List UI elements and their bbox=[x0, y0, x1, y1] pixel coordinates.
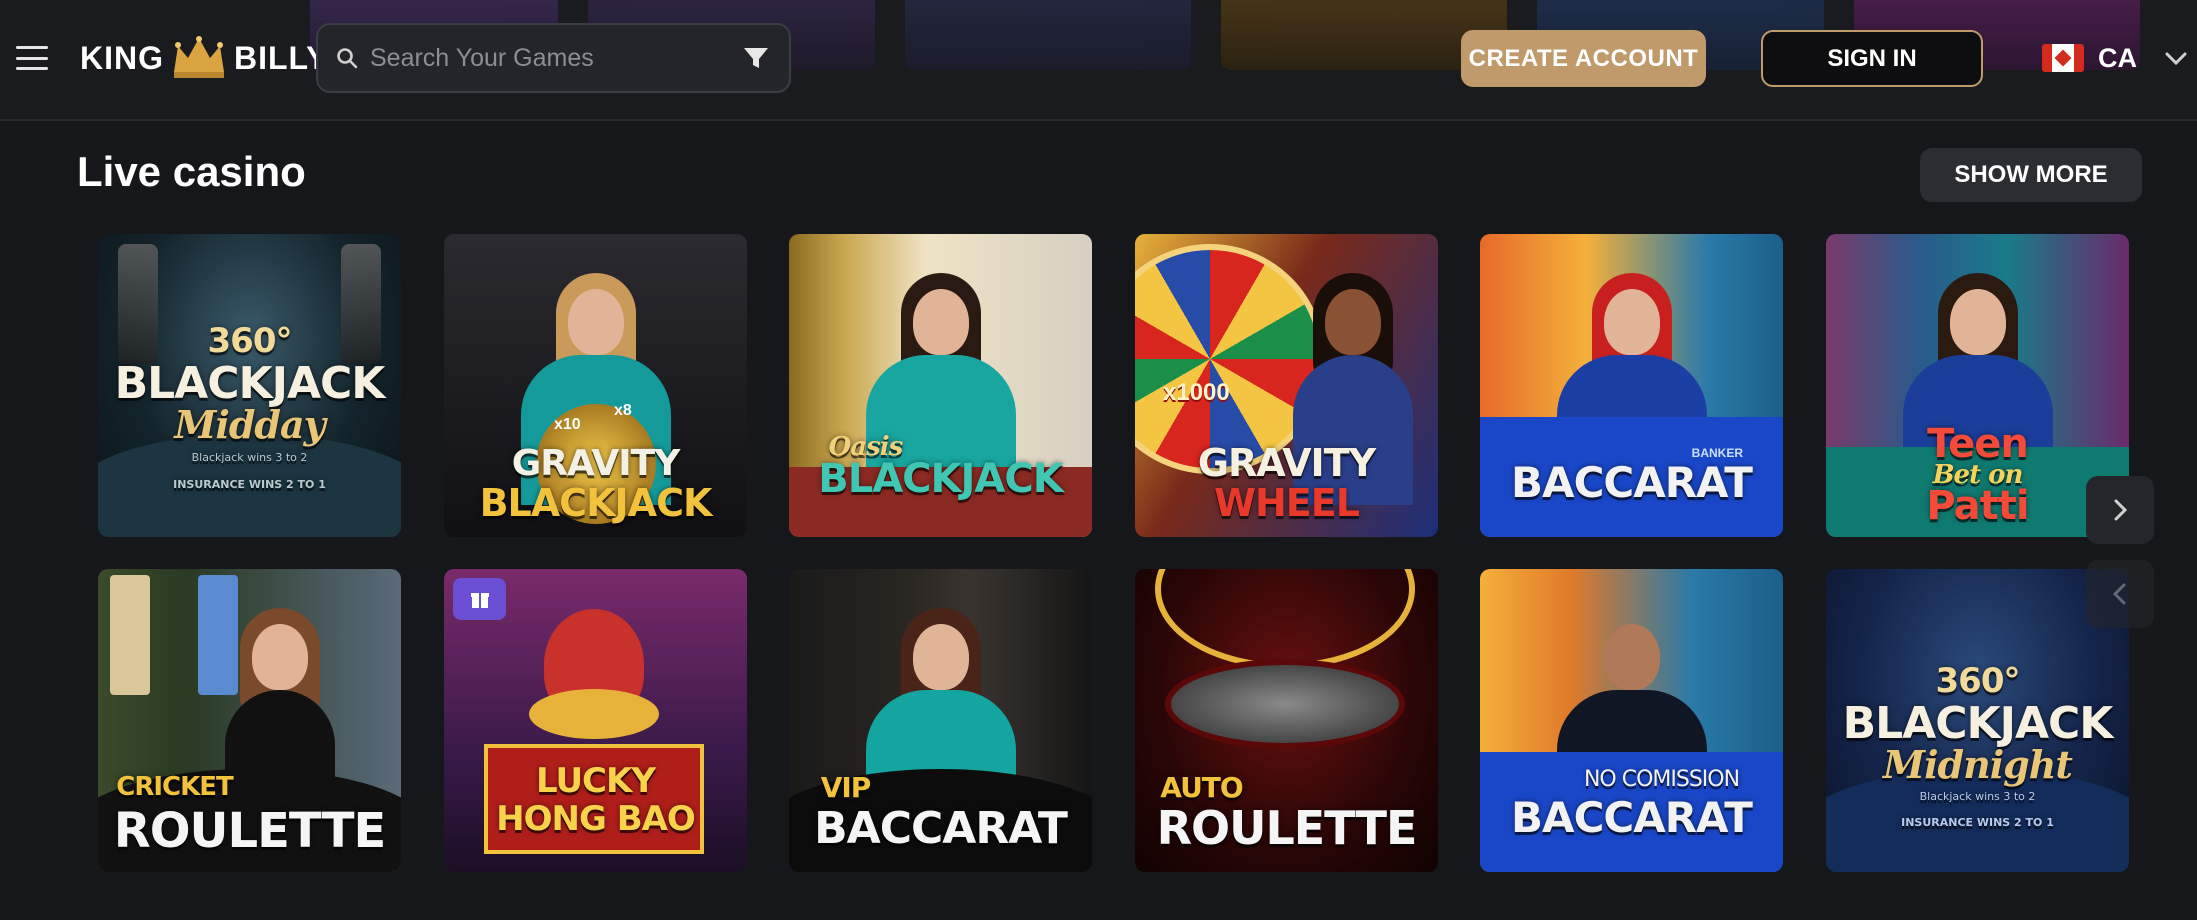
game-tile-gravity-wheel[interactable]: x1000 GRAVITY WHEEL bbox=[1135, 234, 1438, 537]
logo-text-left: KING bbox=[80, 39, 164, 76]
site-logo[interactable]: KING BILLY bbox=[80, 30, 329, 86]
tile-title-line3: Midnight bbox=[1883, 742, 2073, 787]
game-tile-lucky-hong-bao[interactable]: LUCKY HONG BAO bbox=[444, 569, 747, 872]
tile-title-line1: BACCARAT bbox=[1511, 458, 1753, 507]
top-header: KING BILLY CREATE ACCOUNT SIGN IN CA bbox=[0, 0, 2197, 121]
carousel-next-button[interactable] bbox=[2086, 476, 2154, 544]
sign-in-button[interactable]: SIGN IN bbox=[1761, 30, 1983, 87]
tile-title-line1: GRAVITY bbox=[511, 443, 681, 484]
game-tile-baccarat[interactable]: BANKER BACCARAT bbox=[1480, 234, 1783, 537]
search-input[interactable] bbox=[370, 43, 741, 73]
tile-title-line2: WHEEL bbox=[1214, 481, 1360, 525]
create-account-button[interactable]: CREATE ACCOUNT bbox=[1461, 30, 1706, 87]
game-tile-oasis-blackjack[interactable]: Oasis BLACKJACK bbox=[789, 234, 1092, 537]
tile-title-line1: CRICKET bbox=[116, 772, 234, 802]
language-selector[interactable]: CA bbox=[2042, 40, 2189, 76]
search-box[interactable] bbox=[316, 23, 791, 93]
tile-title-line1: 360° bbox=[1935, 661, 2021, 701]
tile-title-line1: 360° bbox=[207, 321, 293, 361]
tile-title-line2: BLACKJACK bbox=[479, 481, 713, 525]
language-code: CA bbox=[2098, 42, 2137, 73]
tile-title-line2: ROULETTE bbox=[113, 803, 387, 859]
gift-icon bbox=[453, 578, 506, 620]
tile-small-text-2: INSURANCE WINS 2 TO 1 bbox=[173, 478, 326, 491]
tile-title-line2: BLACKJACK bbox=[114, 358, 386, 409]
menu-icon[interactable] bbox=[16, 46, 48, 70]
tile-title-line1: Teen bbox=[1927, 421, 2029, 467]
tile-title-line2: BACCARAT bbox=[1511, 793, 1753, 842]
canada-flag-icon bbox=[2042, 44, 2084, 72]
tile-title-line1: NO COMISSION bbox=[1583, 767, 1740, 792]
chevron-down-icon bbox=[2165, 52, 2187, 66]
tile-small-text-2: INSURANCE WINS 2 TO 1 bbox=[1901, 816, 2054, 829]
game-tile-blackjack-midnight[interactable]: 360° BLACKJACK Midnight Blackjack wins 3… bbox=[1826, 569, 2129, 872]
tile-small-text: Blackjack wins 3 to 2 bbox=[191, 451, 308, 464]
search-icon bbox=[337, 48, 358, 69]
multiplier-x10: x10 bbox=[554, 416, 581, 433]
game-tile-gravity-blackjack[interactable]: x10 x8 GRAVITY BLACKJACK bbox=[444, 234, 747, 537]
multiplier-badge: x1000 bbox=[1163, 379, 1230, 406]
section-title: Live casino bbox=[77, 148, 306, 195]
tile-title-line2: ROULETTE bbox=[1156, 801, 1418, 855]
game-tile-vip-baccarat[interactable]: VIP BACCARAT bbox=[789, 569, 1092, 872]
tile-title-line1: VIP bbox=[820, 771, 872, 804]
carousel-prev-button[interactable] bbox=[2086, 560, 2154, 628]
tile-title-line2: HONG BAO bbox=[496, 799, 696, 839]
game-tile-teen-patti[interactable]: Teen Bet on Patti bbox=[1826, 234, 2129, 537]
tile-title-line2: BLACKJACK bbox=[1842, 698, 2114, 749]
game-tile-auto-roulette[interactable]: AUTO ROULETTE bbox=[1135, 569, 1438, 872]
game-tile-cricket-roulette[interactable]: CRICKET ROULETTE bbox=[98, 569, 401, 872]
tile-title-line2: BACCARAT bbox=[814, 803, 1068, 854]
chevron-right-icon bbox=[2114, 499, 2128, 521]
game-tile-blackjack-midday[interactable]: 360° BLACKJACK Midday Blackjack wins 3 t… bbox=[98, 234, 401, 537]
tile-title-line2: BLACKJACK bbox=[818, 456, 1063, 502]
game-tile-no-comission-baccarat[interactable]: NO COMISSION BACCARAT bbox=[1480, 569, 1783, 872]
logo-text-right: BILLY bbox=[234, 39, 329, 76]
tile-title-line3: Midday bbox=[174, 402, 325, 447]
tile-title-line1: AUTO bbox=[1160, 771, 1243, 804]
show-more-button[interactable]: SHOW MORE bbox=[1920, 148, 2142, 202]
chevron-left-icon bbox=[2112, 583, 2126, 605]
tile-title-line3: Patti bbox=[1926, 483, 2029, 529]
crown-icon bbox=[174, 36, 224, 78]
filter-icon[interactable] bbox=[741, 43, 771, 73]
multiplier-x8: x8 bbox=[614, 402, 632, 419]
tile-small-text: Blackjack wins 3 to 2 bbox=[1919, 790, 2036, 803]
tile-title-line1: LUCKY bbox=[536, 761, 656, 801]
tile-title-line1: GRAVITY bbox=[1197, 441, 1376, 485]
